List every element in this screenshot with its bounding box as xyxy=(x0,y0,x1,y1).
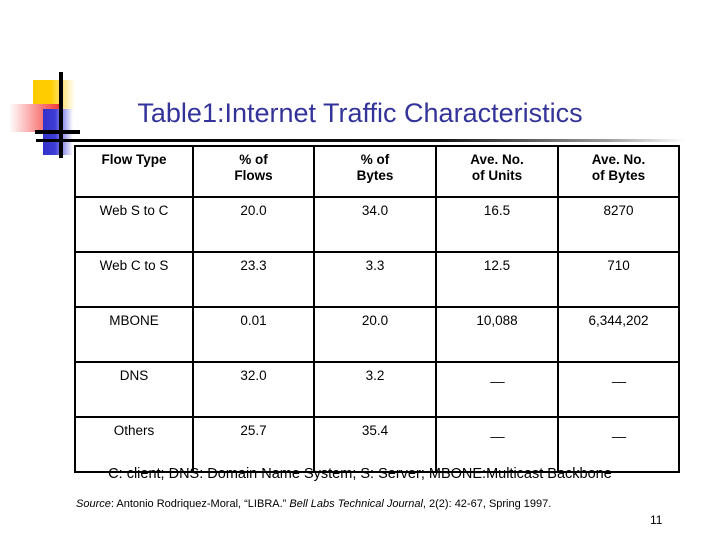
table-row: Web S to C 20.0 34.0 16.5 8270 xyxy=(74,196,680,253)
column-header-flow-type: Flow Type xyxy=(74,145,194,198)
cell-ave-no-of-units: __ xyxy=(435,416,559,473)
cell-pct-of-bytes: 35.4 xyxy=(313,416,437,473)
source-after-label: : Antonio Rodriquez-Moral, “LIBRA.” xyxy=(110,498,290,510)
cell-ave-no-of-units: 12.5 xyxy=(435,251,559,308)
cell-pct-of-flows: 0.01 xyxy=(192,306,315,363)
cell-pct-of-bytes: 20.0 xyxy=(313,306,437,363)
column-header-pct-of-bytes: % of Bytes xyxy=(313,145,437,198)
column-header-ave-no-of-bytes-line2: of Bytes xyxy=(591,168,646,183)
cell-ave-no-of-bytes: __ xyxy=(557,361,680,418)
cell-ave-no-of-bytes: __ xyxy=(557,416,680,473)
cell-pct-of-bytes: 3.2 xyxy=(313,361,437,418)
cell-ave-no-of-bytes: 710 xyxy=(557,251,680,308)
cell-pct-of-bytes: 3.3 xyxy=(313,251,437,308)
column-header-pct-of-flows-line2: Flows xyxy=(234,168,273,183)
source-journal-title: Bell Labs Technical Journal xyxy=(289,498,423,510)
column-header-ave-no-of-units-line1: Ave. No. xyxy=(470,152,524,167)
column-header-ave-no-of-units-line2: of Units xyxy=(471,168,523,183)
cell-pct-of-flows: 25.7 xyxy=(192,416,315,473)
cell-pct-of-flows: 32.0 xyxy=(192,361,315,418)
source-label: Source xyxy=(76,498,111,510)
column-header-pct-of-flows-line1: % of xyxy=(239,152,268,167)
column-header-pct-of-flows: % of Flows xyxy=(192,145,315,198)
table-header-row: Flow Type % of Flows % of Bytes Ave. No.… xyxy=(74,145,680,198)
traffic-characteristics-table-container: Flow Type % of Flows % of Bytes Ave. No.… xyxy=(74,145,680,473)
cell-ave-no-of-bytes: 6,344,202 xyxy=(557,306,680,363)
cell-ave-no-of-units: 16.5 xyxy=(435,196,559,253)
cell-flow-type: DNS xyxy=(74,361,194,418)
cell-flow-type: MBONE xyxy=(74,306,194,363)
column-header-ave-no-of-bytes-line1: Ave. No. xyxy=(591,152,646,167)
table-row: Web C to S 23.3 3.3 12.5 710 xyxy=(74,251,680,308)
table-row: MBONE 0.01 20.0 10,088 6,344,202 xyxy=(74,306,680,363)
title-divider-rule xyxy=(36,139,684,142)
source-citation-tail: , 2(2): 42-67, Spring 1997. xyxy=(422,498,552,510)
column-header-ave-no-of-units: Ave. No. of Units xyxy=(435,145,559,198)
cell-pct-of-flows: 20.0 xyxy=(192,196,315,253)
slide-page-number: 11 xyxy=(650,513,663,527)
cell-ave-no-of-bytes: 8270 xyxy=(557,196,680,253)
slide-title: Table1:Internet Traffic Characteristics xyxy=(137,98,583,128)
column-header-flow-type-line1: Flow Type xyxy=(101,152,167,167)
decoration-horizontal-line xyxy=(35,130,80,134)
cell-flow-type: Web S to C xyxy=(74,196,194,253)
column-header-pct-of-bytes-line1: % of xyxy=(360,152,390,167)
table-row: DNS 32.0 3.2 __ __ xyxy=(74,361,680,418)
cell-pct-of-bytes: 34.0 xyxy=(313,196,437,253)
column-header-ave-no-of-bytes: Ave. No. of Bytes xyxy=(557,145,680,198)
abbreviations-legend: C: client; DNS: Domain Name System; S: S… xyxy=(108,466,612,482)
cell-pct-of-flows: 23.3 xyxy=(192,251,315,308)
cell-flow-type: Others xyxy=(74,416,194,473)
cell-flow-type: Web C to S xyxy=(74,251,194,308)
traffic-characteristics-table: Flow Type % of Flows % of Bytes Ave. No.… xyxy=(74,145,680,473)
cell-ave-no-of-units: 10,088 xyxy=(435,306,559,363)
cell-ave-no-of-units: __ xyxy=(435,361,559,418)
source-citation: Source: Antonio Rodriquez-Moral, “LIBRA.… xyxy=(76,497,656,511)
column-header-pct-of-bytes-line2: Bytes xyxy=(356,168,394,183)
table-row: Others 25.7 35.4 __ __ xyxy=(74,416,680,473)
